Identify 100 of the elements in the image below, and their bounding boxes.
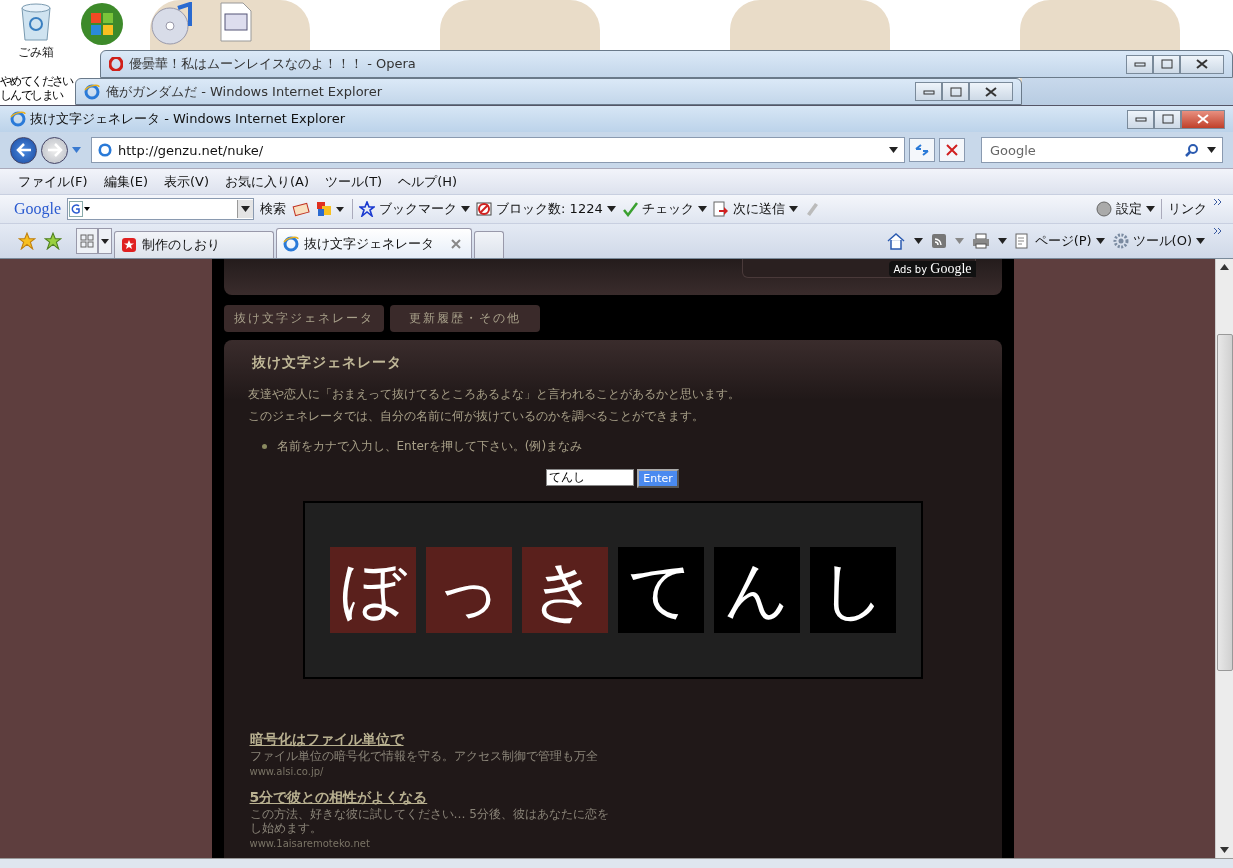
minimize-button[interactable]: [1126, 54, 1153, 74]
star-icon: [359, 201, 376, 217]
scroll-down-icon[interactable]: [1220, 847, 1229, 853]
blocks-icon[interactable]: [316, 201, 347, 217]
dropdown-caret-icon: [101, 238, 109, 244]
ad-description: ファイル単位の暗号化で情報を守る。アクセス制御で管理も万全: [249, 749, 599, 763]
scroll-up-icon[interactable]: [1220, 264, 1229, 270]
minimize-icon: [1134, 116, 1147, 122]
tools-menu-button[interactable]: ツール(O): [1112, 232, 1205, 250]
back-button[interactable]: [10, 136, 37, 164]
search-icon[interactable]: [1185, 143, 1199, 157]
arrow-left-icon: [15, 143, 32, 157]
page-icon: [1014, 233, 1031, 249]
tab-list-button[interactable]: [98, 228, 112, 254]
dropdown-caret-icon[interactable]: [1207, 147, 1216, 153]
close-button[interactable]: [1180, 54, 1224, 74]
minimize-icon: [1133, 61, 1146, 67]
ad-description: この方法、好きな彼に試してください… 5分後、彼はあなたに恋を し始めます。: [249, 807, 610, 835]
character-tile: き: [521, 547, 608, 633]
minimize-button[interactable]: [915, 82, 942, 101]
menu-item[interactable]: 表示(V): [164, 172, 210, 191]
toolbar-search-field[interactable]: [67, 198, 255, 220]
toolbar-button[interactable]: ブックマーク: [359, 200, 471, 218]
background-window[interactable]: 俺がガンダムだ - Windows Internet Explorer: [75, 78, 1022, 105]
home-icon[interactable]: [885, 232, 906, 250]
refresh-icon: [914, 143, 930, 157]
round-button-icon: [1096, 201, 1112, 217]
browser-tab[interactable]: 抜け文字ジェネレータ: [276, 228, 472, 258]
window-title: 優曇華！私はムーンレイスなのよ！！！ - Opera: [129, 55, 416, 73]
scroll-thumb[interactable]: [1216, 334, 1233, 671]
dropdown-button[interactable]: [237, 200, 254, 218]
close-button[interactable]: [1181, 109, 1225, 129]
toolbar-button[interactable]: チェック: [621, 200, 707, 218]
name-input[interactable]: てんし: [546, 469, 635, 486]
paragraph: 友達や恋人に「おまえって抜けてるところあるよな」と言われることがあるかと思います。: [247, 386, 741, 402]
instruction-text: 名前をカナで入力し、Enterを押して下さい。(例)まなみ: [276, 438, 583, 455]
scrollbar[interactable]: [1215, 259, 1233, 858]
forward-button[interactable]: [41, 136, 68, 164]
close-button[interactable]: [969, 82, 1013, 101]
maximize-button[interactable]: [1153, 54, 1180, 74]
maximize-icon: [1161, 114, 1174, 124]
new-tab-button[interactable]: [474, 231, 504, 258]
document-icon[interactable]: [220, 2, 252, 42]
address-field[interactable]: http://genzu.net/nuke/: [91, 137, 905, 163]
browser-tab[interactable]: 制作のしおり: [114, 231, 274, 258]
dropdown-caret-icon[interactable]: [889, 147, 898, 153]
ads-badge: Ads by Google: [889, 261, 976, 277]
favorites-star-icon[interactable]: [18, 232, 36, 250]
minimize-button[interactable]: [1127, 109, 1154, 129]
browser-e-icon: [84, 83, 100, 100]
maximize-icon: [949, 86, 962, 97]
menu-item[interactable]: ファイル(F): [18, 172, 88, 191]
character-tile: っ: [425, 547, 512, 633]
send-page-icon: [712, 201, 729, 217]
character-tile: ぼ: [329, 547, 416, 633]
page-menu-button[interactable]: ページ(P): [1014, 232, 1105, 250]
cards-icon[interactable]: [292, 201, 311, 217]
dropdown-caret-icon: [606, 206, 616, 212]
dropdown-caret-icon: [697, 206, 707, 212]
close-icon: [946, 144, 958, 156]
ad-link[interactable]: 5分で彼との相性がよくなる: [249, 789, 428, 807]
menu-item[interactable]: 編集(E): [103, 172, 148, 191]
feed-icon[interactable]: [930, 233, 947, 249]
maximize-button[interactable]: [942, 82, 969, 101]
minimize-icon: [922, 88, 935, 95]
ad-url: www.1aisaremoteko.net: [249, 838, 371, 849]
menu-item[interactable]: お気に入り(A): [225, 172, 310, 191]
menu-item[interactable]: ヘルプ(H): [398, 172, 458, 191]
search-field[interactable]: Google: [981, 137, 1223, 163]
dropdown-caret-icon: [1095, 238, 1105, 244]
google-logo: Google: [14, 200, 62, 218]
add-favorite-icon[interactable]: [44, 232, 62, 250]
desktop-text: やめてください: [0, 74, 73, 88]
refresh-button[interactable]: [909, 138, 935, 162]
icon-label: ごみ箱: [18, 44, 54, 61]
nav-button[interactable]: 更新履歴・その他: [389, 305, 540, 332]
music-disc-icon[interactable]: [150, 2, 194, 46]
orb-icon[interactable]: [80, 2, 124, 46]
chevron-icon[interactable]: [1213, 227, 1223, 235]
maximize-button[interactable]: [1154, 109, 1181, 129]
dropdown-caret-icon: [1146, 206, 1155, 212]
printer-icon[interactable]: [971, 233, 990, 249]
nav-button[interactable]: 抜け文字ジェネレータ: [223, 305, 384, 332]
search-button[interactable]: 検索: [260, 200, 287, 218]
dropdown-caret-icon[interactable]: [913, 238, 923, 244]
dropdown-caret-icon: [788, 206, 798, 212]
chevron-icon[interactable]: [1213, 198, 1223, 206]
toolbar-button[interactable]: 次に送信: [712, 200, 798, 218]
trash-bin-icon[interactable]: [18, 2, 54, 42]
dropdown-caret-icon[interactable]: [997, 238, 1007, 244]
ad-link[interactable]: 暗号化はファイル単位で: [249, 731, 404, 749]
menu-item[interactable]: ツール(T): [325, 172, 383, 191]
close-tab-icon[interactable]: [451, 238, 461, 249]
stop-button[interactable]: [939, 138, 965, 162]
background-window[interactable]: 優曇華！私はムーンレイスなのよ！！！ - Opera: [100, 50, 1233, 78]
settings-button[interactable]: 設定: [1096, 200, 1155, 218]
window-title: 抜け文字ジェネレータ - Windows Internet Explorer: [30, 110, 345, 128]
toolbar-button[interactable]: ブロック数: 1224: [476, 200, 616, 218]
links-button[interactable]: リンク: [1168, 200, 1207, 218]
close-icon: [1197, 114, 1209, 124]
